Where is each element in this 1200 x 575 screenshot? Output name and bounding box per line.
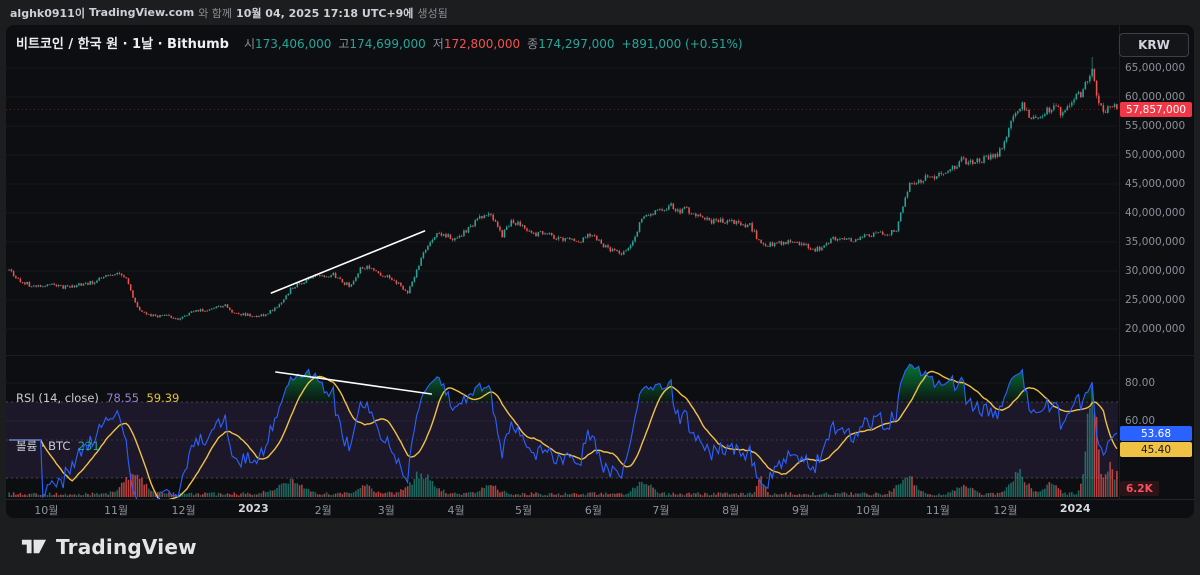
volume-legend-row: 볼륨 · BTC 231 xyxy=(16,438,179,454)
footer-brand[interactable]: TradingView xyxy=(56,535,197,559)
time-axis-month-label: 9월 xyxy=(792,502,809,518)
time-axis-year-label: 2023 xyxy=(238,502,269,515)
time-axis-month-label: 10월 xyxy=(856,502,880,518)
price-axis-label: 50,000,000 xyxy=(1125,149,1185,161)
tradingview-logo[interactable] xyxy=(20,533,47,560)
price-axis-label: 45,000,000 xyxy=(1125,178,1185,190)
time-axis-month-label: 11월 xyxy=(104,502,128,518)
chart-canvas[interactable] xyxy=(6,25,1194,518)
attribution-user: alghk0911이 xyxy=(10,5,85,21)
low-value: 172,800,000 xyxy=(444,37,520,51)
price-axis-label: 35,000,000 xyxy=(1125,236,1185,248)
open-label: 시 xyxy=(244,35,255,52)
symbol-title: 비트코인 / 한국 원 · 1날 · Bithumb xyxy=(16,33,229,52)
time-axis-month-label: 10월 xyxy=(34,502,58,518)
price-axis-label: 20,000,000 xyxy=(1125,323,1185,335)
time-axis-month-label: 11월 xyxy=(926,502,950,518)
time-axis-year-label: 2024 xyxy=(1060,502,1091,515)
last-price-label: 57,857,000 xyxy=(1120,102,1192,117)
rsi-current-label: 53.68 xyxy=(1120,426,1192,441)
attribution-date: 10월 04, 2025 17:18 UTC+9에 xyxy=(236,5,413,21)
currency-button[interactable]: KRW xyxy=(1119,33,1189,57)
price-axis-label: 65,000,000 xyxy=(1125,62,1185,74)
rsi-legend-row: RSI (14, close) 78.55 59.39 xyxy=(16,390,179,406)
volume-current-label: 6.2K xyxy=(1120,481,1159,496)
time-axis-month-label: 3월 xyxy=(378,502,395,518)
chart-container: 비트코인 / 한국 원 · 1날 · Bithumb 시173,406,000 … xyxy=(6,25,1194,518)
time-axis-month-label: 5월 xyxy=(515,502,532,518)
rsi-ma-current-label: 45.40 xyxy=(1120,442,1192,457)
close-value: 174,297,000 xyxy=(538,37,614,51)
symbol-header[interactable]: 비트코인 / 한국 원 · 1날 · Bithumb 시173,406,000 … xyxy=(16,33,743,52)
attribution-bar: alghk0911이 TradingView.com 와 함께 10월 04, … xyxy=(0,0,1200,25)
time-axis-month-label: 6월 xyxy=(585,502,602,518)
time-axis-month-label: 12월 xyxy=(172,502,196,518)
volume-value: 231 xyxy=(78,439,100,453)
open-value: 173,406,000 xyxy=(255,37,331,51)
price-axis-label: 25,000,000 xyxy=(1125,294,1185,306)
rsi-axis-label: 80.00 xyxy=(1125,377,1155,389)
price-axis-label: 40,000,000 xyxy=(1125,207,1185,219)
time-axis-month-label: 12월 xyxy=(993,502,1017,518)
price-axis-label: 30,000,000 xyxy=(1125,265,1185,277)
volume-indicator-title: 볼륨 · BTC xyxy=(16,439,70,453)
high-value: 174,699,000 xyxy=(349,37,425,51)
rsi-value-2: 59.39 xyxy=(146,391,179,405)
attribution-middle: 와 함께 xyxy=(198,5,232,21)
change-value: +891,000 (+0.51%) xyxy=(622,37,743,51)
high-label: 고 xyxy=(338,35,349,52)
attribution-suffix: 생성됨 xyxy=(417,5,447,21)
time-axis-month-label: 7월 xyxy=(652,502,669,518)
attribution-brand: TradingView.com xyxy=(89,6,194,19)
price-axis-label: 55,000,000 xyxy=(1125,120,1185,132)
time-axis-month-label: 8월 xyxy=(722,502,739,518)
time-axis-month-label: 2월 xyxy=(315,502,332,518)
rsi-value-1: 78.55 xyxy=(106,391,139,405)
close-label: 종 xyxy=(527,35,538,52)
tradingview-logo-mark xyxy=(20,533,47,560)
time-axis-month-label: 4월 xyxy=(447,502,464,518)
footer-bar: TradingView xyxy=(0,518,1200,575)
time-axis[interactable]: 10월 11월 12월 2023 2월 3월 4월 5월 6월 7월 8월 9월 10월 11월 12월 20… xyxy=(6,500,1119,518)
rsi-indicator-title: RSI (14, close) xyxy=(16,391,99,405)
low-label: 저 xyxy=(433,35,444,52)
indicator-legend[interactable]: RSI (14, close) 78.55 59.39 볼륨 · BTC 231 xyxy=(16,358,179,486)
